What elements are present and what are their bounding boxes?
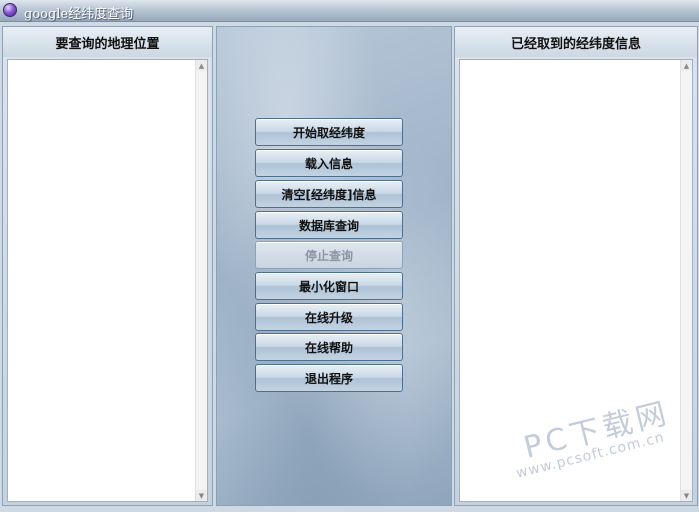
location-list[interactable]: ▲ ▼ [7, 59, 208, 502]
database-query-button[interactable]: 数据库查询 [255, 211, 403, 239]
clear-info-button[interactable]: 清空[经纬度]信息 [255, 180, 403, 208]
load-info-button[interactable]: 载入信息 [255, 149, 403, 177]
right-panel-header: 已经取到的经纬度信息 [455, 27, 697, 57]
scroll-up-arrow-icon[interactable]: ▲ [681, 60, 692, 71]
app-icon [3, 3, 17, 17]
location-list-scrollbar[interactable]: ▲ ▼ [195, 60, 207, 501]
button-panel: 开始取经纬度 载入信息 清空[经纬度]信息 数据库查询 停止查询 最小化窗口 在… [216, 26, 452, 506]
exit-program-button[interactable]: 退出程序 [255, 364, 403, 392]
scroll-up-arrow-icon[interactable]: ▲ [196, 60, 207, 71]
title-bar[interactable]: google经纬度查询 [0, 0, 699, 22]
scroll-down-arrow-icon[interactable]: ▼ [681, 490, 692, 501]
left-panel: 要查询的地理位置 ▲ ▼ [2, 26, 213, 506]
scroll-down-arrow-icon[interactable]: ▼ [196, 490, 207, 501]
minimize-window-button[interactable]: 最小化窗口 [255, 272, 403, 300]
left-panel-header: 要查询的地理位置 [3, 27, 212, 57]
stop-query-button: 停止查询 [255, 241, 403, 269]
window-title: google经纬度查询 [24, 7, 134, 22]
start-fetch-button[interactable]: 开始取经纬度 [255, 118, 403, 146]
online-upgrade-button[interactable]: 在线升级 [255, 303, 403, 331]
online-help-button[interactable]: 在线帮助 [255, 333, 403, 361]
